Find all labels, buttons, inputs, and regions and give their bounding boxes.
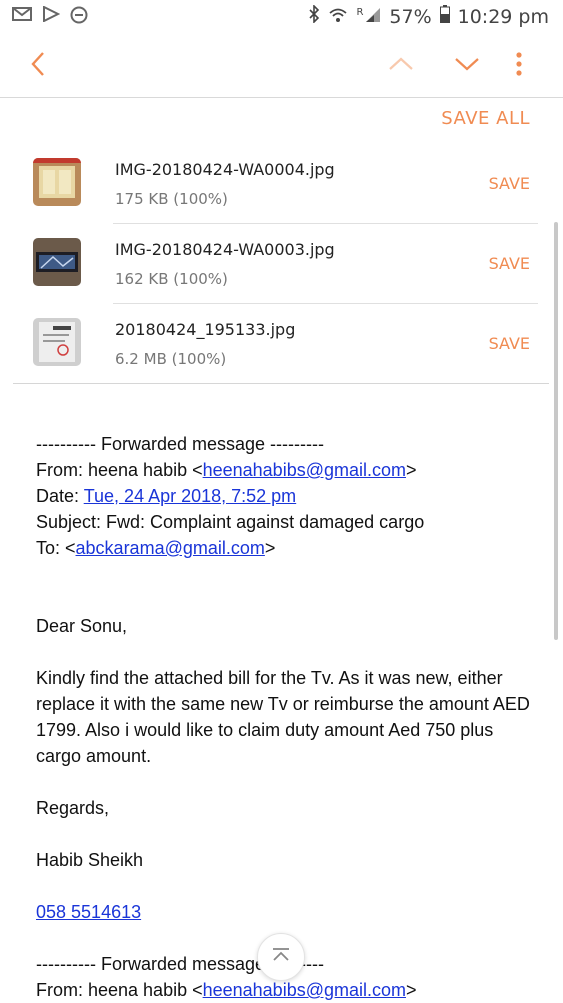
phone-link[interactable]: 058 5514613 — [36, 902, 141, 922]
clock: 10:29 pm — [457, 5, 549, 28]
attachment-thumbnail — [33, 238, 81, 286]
from-line: From: heena habib <heenahabibs@gmail.com… — [36, 460, 417, 480]
date-link[interactable]: Tue, 24 Apr 2018, 7:52 pm — [84, 486, 296, 506]
from-line-2: From: heena habib <heenahabibs@gmail.com… — [36, 980, 417, 1000]
wifi-icon — [328, 6, 348, 28]
battery-percent: 57% — [389, 5, 432, 28]
toolbar-divider — [0, 97, 563, 98]
chevron-down-icon — [454, 57, 480, 76]
attachment-name: 20180424_195133.jpg — [115, 320, 296, 339]
attachment-thumbnail — [33, 318, 81, 366]
attachment-size: 6.2 MB (100%) — [115, 350, 227, 368]
status-bar: R 57% 10:29 pm — [0, 0, 563, 36]
back-arrow-icon — [30, 51, 46, 82]
attachment-size: 162 KB (100%) — [115, 270, 228, 288]
save-attachment-button[interactable]: SAVE — [489, 334, 530, 353]
signature-name: Habib Sheikh — [36, 850, 144, 870]
attachment-name: IMG-20180424-WA0003.jpg — [115, 240, 335, 259]
from-email-link[interactable]: heenahabibs@gmail.com — [203, 460, 406, 480]
mail-notification-icon — [12, 6, 32, 29]
chevron-up-icon — [388, 57, 414, 76]
forwarded-header: ---------- Forwarded message --------- — [36, 434, 324, 454]
phone-line: 058 5514613 — [36, 899, 536, 925]
save-attachment-button[interactable]: SAVE — [489, 174, 530, 193]
more-options-button[interactable] — [505, 46, 533, 86]
greeting: Dear Sonu, — [36, 616, 128, 636]
next-email-button[interactable] — [449, 46, 485, 86]
attachment-size: 175 KB (100%) — [115, 190, 228, 208]
attachment-name: IMG-20180424-WA0004.jpg — [115, 160, 335, 179]
scroll-to-top-button[interactable] — [257, 933, 305, 981]
play-store-icon — [42, 5, 61, 29]
do-not-disturb-icon — [70, 6, 88, 29]
save-all-button[interactable]: SAVE ALL — [441, 108, 530, 129]
date-line: Date: Tue, 24 Apr 2018, 7:52 pm — [36, 486, 297, 506]
from-email-link-2[interactable]: heenahabibs@gmail.com — [203, 980, 406, 1000]
previous-email-button[interactable] — [383, 46, 419, 86]
email-body: ---------- Forwarded message --------- F… — [36, 431, 536, 1003]
back-button[interactable] — [20, 46, 56, 86]
bluetooth-icon — [308, 4, 320, 28]
to-email-link[interactable]: abckarama@gmail.com — [76, 538, 265, 558]
attachment-item[interactable]: IMG-20180424-WA0004.jpg 175 KB (100%) SA… — [0, 144, 540, 224]
to-line: To: <abckarama@gmail.com> — [36, 538, 276, 558]
battery-icon — [439, 5, 450, 28]
subject-line: Subject: Fwd: Complaint against damaged … — [36, 512, 425, 532]
save-attachment-button[interactable]: SAVE — [489, 254, 530, 273]
attachments-divider — [13, 383, 549, 384]
scrollbar[interactable] — [554, 222, 558, 640]
attachment-thumbnail — [33, 158, 81, 206]
email-toolbar — [0, 36, 563, 96]
message-paragraph: Kindly find the attached bill for the Tv… — [36, 668, 530, 766]
more-vertical-icon — [516, 51, 522, 81]
attachment-item[interactable]: 20180424_195133.jpg 6.2 MB (100%) SAVE — [0, 304, 540, 384]
signal-icon — [365, 6, 381, 28]
scroll-up-icon — [270, 947, 292, 968]
regards: Regards, — [36, 798, 110, 818]
roaming-indicator: R — [356, 7, 364, 18]
attachment-item[interactable]: IMG-20180424-WA0003.jpg 162 KB (100%) SA… — [0, 224, 540, 304]
